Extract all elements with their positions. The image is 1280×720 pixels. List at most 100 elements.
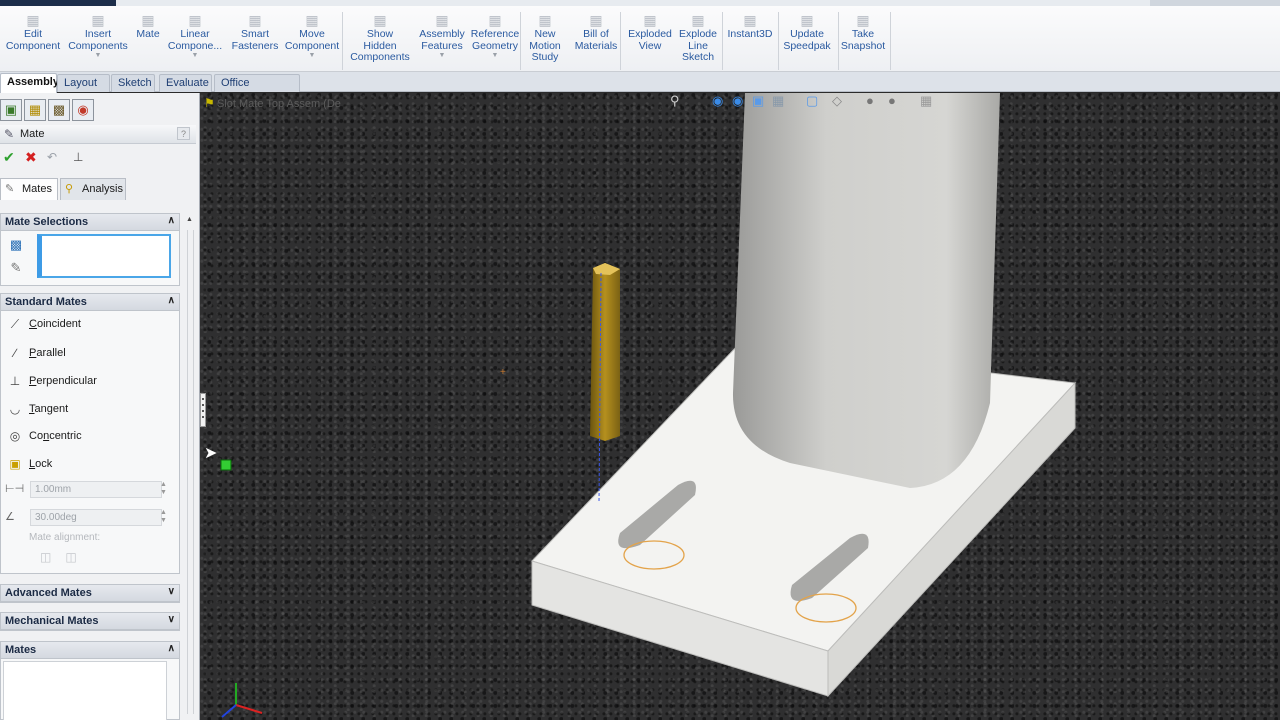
perpendicular-mate-button[interactable]: ⊥ Perpendicular [4,371,176,391]
tab-analysis[interactable]: ⚲ Analysis [60,178,126,200]
speedpak-button[interactable]: ▦ Update Speedpak [780,10,834,72]
toolbar-button-label: Insert Components [68,28,128,52]
coincident-icon: ⟋ [10,317,20,331]
show-hidden-icon: ▦ [373,12,387,28]
concentric-icon: ◎ [9,429,21,443]
coincident-mate-button[interactable]: ⟋ Coincident [4,314,176,334]
show-hidden-button[interactable]: ▦ Show Hidden Components [348,10,412,72]
angle-input[interactable]: 30.00deg [30,509,162,526]
toolbar-button-label: Update Speedpak [783,28,831,52]
parallel-mate-button[interactable]: ∕ Parallel [4,343,176,363]
insert-components-button[interactable]: ▦ Insert Components ▼ [66,10,130,72]
dropdown-arrow-icon[interactable]: ▼ [470,52,520,60]
edit-component-button[interactable]: ▦ Edit Component [4,10,62,72]
expand-icon[interactable]: ∨ [168,586,175,597]
instant3d-button[interactable]: ▦ Instant3D [726,10,774,72]
tab-assembly[interactable]: Assembly [0,73,59,93]
help-button[interactable]: ? [177,127,190,140]
feature-tree-tab-icon[interactable]: ▣ [0,99,22,121]
snapshot-button[interactable]: ▦ Take Snapshot [840,10,886,72]
distance-input[interactable]: 1.00mm [30,481,162,498]
tab-mates[interactable]: ✎ Mates [0,178,58,200]
tab-sketch[interactable]: Sketch [111,74,155,92]
dropdown-arrow-icon[interactable]: ▼ [284,52,340,60]
linear-pattern-button[interactable]: ▦ Linear Compone... ▼ [166,10,224,72]
collapse-icon[interactable]: ∧ [168,215,175,226]
undo-icon[interactable]: ↶ [47,150,57,164]
perpendicular-icon: ⊥ [9,374,21,388]
pushpin-icon[interactable]: ⊥ [73,150,83,164]
mate-subtabs: ✎ Mates ⚲ Analysis [0,178,196,200]
collapse-icon[interactable]: ∧ [168,643,175,654]
motion-study-button[interactable]: ▦ New Motion Study [526,10,564,72]
mates-list-header[interactable]: Mates ∧ [1,642,179,659]
aligned-icon[interactable]: ◫ [40,550,65,564]
cancel-x-icon[interactable]: ✖ [25,150,37,164]
dropdown-arrow-icon[interactable]: ▼ [418,52,466,60]
analysis-tab-icon: ⚲ [65,183,74,195]
exploded-view-button[interactable]: ▦ Exploded View [624,10,676,72]
tab-office-products[interactable]: Office Products [214,74,300,106]
mates-list-box[interactable] [3,661,167,720]
tangent-mate-button[interactable]: ◡ Tangent [4,399,176,419]
entities-selection-box[interactable] [37,234,171,278]
display-manager-tab-icon[interactable]: ◉ [72,99,94,121]
toolbar-separator [838,12,839,70]
mechanical-mates-header[interactable]: Mechanical Mates ∨ [1,613,179,630]
zoom-to-fit-icon[interactable]: ⚲ [670,93,680,109]
configuration-manager-tab-icon[interactable]: ▩ [48,99,70,121]
explode-line-button[interactable]: ▦ Explode Line Sketch [676,10,720,72]
toolbar-separator [520,12,521,70]
lock-mate-button[interactable]: ▣ Lock [4,454,176,474]
dropdown-arrow-icon[interactable]: ▼ [166,52,224,60]
scene-icon[interactable]: ● [888,93,896,109]
collapse-icon[interactable]: ∧ [168,295,175,306]
lock-icon: ▣ [9,457,21,471]
toolbar-button-label: Linear Compone... [167,28,223,52]
angle-mate-field[interactable]: ∠ 30.00deg ▲ ▼ [4,509,172,527]
mate-selections-header[interactable]: Mate Selections ∧ [1,214,179,231]
concentric-mate-button[interactable]: ◎ Concentric [4,426,176,446]
tab-layout[interactable]: Layout [57,74,110,92]
distance-mate-field[interactable]: ⊢⊣ 1.00mm ▲ ▼ [4,481,172,499]
reference-geometry-button[interactable]: ▦ Reference Geometry ▼ [470,10,520,72]
edit-appearance-icon[interactable]: ● [866,93,874,109]
alignment-buttons[interactable]: ◫◫ [40,550,91,564]
bom-button[interactable]: ▦ Bill of Materials [572,10,620,72]
assembly-features-button[interactable]: ▦ Assembly Features ▼ [418,10,466,72]
graphics-area[interactable]: + ⚑ Slot Mate Top Assem (De ⚲ ◉ ◉ ▣ ▦ ▢ … [200,93,1280,720]
scroll-up-icon[interactable]: ▲ [186,216,193,223]
mate-reference-icon: ✎ [10,260,22,275]
toolbar-button-label: Bill of Materials [574,28,618,52]
spin-arrows-icon[interactable]: ▲ ▼ [160,481,167,497]
view-orientation-icon[interactable]: ▦ [772,93,784,109]
scrollbar-track[interactable] [187,230,194,714]
hide-show-icon[interactable]: ◇ [832,93,842,109]
toolbar-separator [620,12,621,70]
view-settings-icon[interactable]: ▦ [920,93,932,109]
section-view-icon[interactable]: ▣ [752,93,764,109]
advanced-mates-header[interactable]: Advanced Mates ∨ [1,585,179,602]
square-column[interactable] [732,93,1000,488]
standard-mates-header[interactable]: Standard Mates ∧ [1,294,179,311]
previous-view-icon[interactable]: ◉ [732,93,743,109]
move-component-button[interactable]: ▦ Move Component ▼ [284,10,340,72]
mate-button[interactable]: ▦ Mate [134,10,162,72]
panel-scrollbar[interactable]: ▲ [184,214,196,714]
expand-icon[interactable]: ∨ [168,614,175,625]
smart-fasteners-button[interactable]: ▦ Smart Fasteners [230,10,280,72]
model-view[interactable]: + [200,93,1280,720]
speedpak-icon: ▦ [800,12,814,28]
ok-check-icon[interactable]: ✔ [3,150,15,164]
hex-pin[interactable] [590,263,620,504]
origin-marker: + [500,367,506,378]
panel-splitter-handle[interactable] [200,393,206,427]
zoom-area-icon[interactable]: ◉ [712,93,723,109]
tab-evaluate[interactable]: Evaluate [159,74,212,92]
property-manager-tab-icon[interactable]: ▦ [24,99,46,121]
dropdown-arrow-icon[interactable]: ▼ [66,52,130,60]
anti-aligned-icon[interactable]: ◫ [65,550,90,564]
display-style-icon[interactable]: ▢ [806,93,818,109]
flyout-tree-label[interactable]: Slot Mate Top Assem (De [217,98,341,110]
spin-arrows-icon[interactable]: ▲ ▼ [160,509,167,525]
